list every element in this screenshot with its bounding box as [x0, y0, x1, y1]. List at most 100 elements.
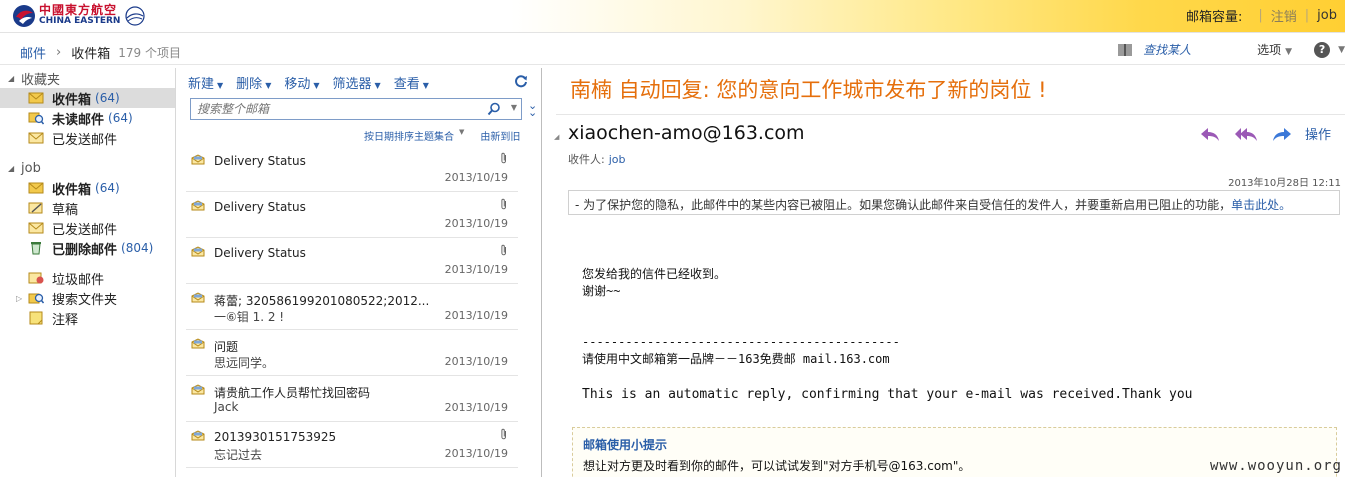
actions-menu[interactable]: 操作	[1305, 124, 1331, 143]
breadcrumb-mail[interactable]: 邮件	[20, 43, 46, 62]
favorites-label: 收藏夹	[21, 72, 61, 88]
breadcrumb-bar: 邮件 › 收件箱 179 个项目 查找某人 选项 ▼ ? ▼	[0, 37, 1345, 65]
chevron-down-icon: ▼	[422, 81, 429, 90]
attachment-icon	[501, 244, 506, 256]
forward-icon[interactable]	[1271, 125, 1293, 143]
message-row[interactable]: Delivery Status 2013/10/19	[186, 146, 518, 192]
sort-bar: 按日期排序主题集合 ▼ 由新到旧	[364, 128, 520, 143]
folder-inbox[interactable]: 收件箱 (64)	[0, 178, 175, 198]
new-button[interactable]: 新建 ▼	[188, 73, 223, 92]
reply-icon[interactable]	[1199, 125, 1221, 143]
china-eastern-logo[interactable]: 中國東方航空 CHINA EASTERN	[12, 4, 146, 28]
sort-by-dropdown[interactable]: 按日期排序主题集合	[364, 128, 454, 143]
search-icon[interactable]	[487, 102, 501, 116]
body-line: 您发给我的信件已经收到。	[582, 267, 727, 281]
mailbox-group-job[interactable]: ◢ job	[0, 158, 175, 178]
options-label: 选项	[1257, 43, 1282, 57]
message-preview: 思远同学。	[214, 356, 275, 370]
collapse-triangle-icon[interactable]: ◢	[8, 164, 16, 173]
message-preview: Jack	[214, 400, 239, 414]
help-icon[interactable]: ?	[1314, 41, 1331, 58]
inbox-icon	[28, 182, 44, 194]
chevron-down-icon: ▼	[1285, 47, 1293, 57]
body-line: 请使用中文邮箱第一品牌－－163免费邮 mail.163.com	[582, 352, 890, 366]
delete-button[interactable]: 删除 ▼	[236, 73, 271, 92]
search-input[interactable]	[191, 99, 461, 119]
expand-pane-icon[interactable]: ⌄ ⌄	[528, 100, 537, 118]
chevron-down-icon[interactable]: ▼	[511, 103, 517, 112]
sort-order-toggle[interactable]: 由新到旧	[480, 128, 520, 143]
collapse-header-icon[interactable]: ◢	[554, 133, 559, 141]
unread-count: (64)	[95, 91, 120, 105]
folder-junk[interactable]: 垃圾邮件	[0, 268, 175, 288]
message-row[interactable]: 问题 思远同学。 2013/10/19	[186, 330, 518, 376]
message-list-pane: 新建▼ 删除▼ 移动▼ 筛选器▼ 查看▼ ▼ ⌄⌄ 按日期排序主题集合 ▼ 由新…	[178, 68, 542, 477]
favorites-group[interactable]: ◢ 收藏夹	[0, 68, 175, 88]
folder-name: 未读邮件	[52, 112, 105, 128]
chevron-down-icon[interactable]: ▼	[1338, 45, 1345, 55]
expand-triangle-icon[interactable]: ▷	[16, 294, 22, 303]
message-date: 2013/10/19	[444, 217, 508, 230]
sent-icon	[28, 222, 44, 234]
body-line: 谢谢~~	[582, 284, 621, 298]
mailbox-quota-label: 邮箱容量:	[1185, 10, 1243, 25]
folder-deleted[interactable]: 已删除邮件 (804)	[0, 238, 175, 258]
favorites-sent[interactable]: 已发送邮件	[0, 128, 175, 148]
folder-name: 草稿	[52, 202, 79, 218]
chevron-down-icon[interactable]: ▼	[459, 128, 464, 143]
folder-drafts[interactable]: 草稿	[0, 198, 175, 218]
body-divider: ----------------------------------------…	[582, 335, 900, 349]
envelope-read-icon	[191, 292, 205, 303]
folder-notes[interactable]: 注释	[0, 308, 175, 328]
message-preview: 忘记过去	[214, 448, 263, 462]
filter-button[interactable]: 筛选器 ▼	[333, 73, 381, 92]
message-row[interactable]: 请贵航工作人员帮忙找回密码 Jack 2013/10/19	[186, 376, 518, 422]
view-button[interactable]: 查看 ▼	[394, 73, 429, 92]
envelope-read-icon	[191, 246, 205, 257]
unread-count: (804)	[121, 241, 154, 255]
user-name[interactable]: job	[1317, 8, 1337, 23]
find-someone-link[interactable]: 查找某人	[1143, 41, 1191, 58]
brand-name-en: CHINA EASTERN	[39, 16, 121, 26]
chevron-down-icon: ▼	[374, 81, 381, 90]
folder-pane: ◢ 收藏夹 收件箱 (64) 未读邮件 (64) 已发送邮件 ◢ job 收件箱…	[0, 68, 176, 477]
message-date: 2013/10/19	[444, 263, 508, 276]
to-label: 收件人:	[568, 153, 605, 166]
message-row[interactable]: 蒋蕾; 320586199201080522;2012... 一⑥钼 1. 2 !…	[186, 284, 518, 330]
message-subject: Delivery Status	[214, 246, 306, 260]
item-count: 179 个项目	[118, 46, 181, 60]
recipient-line: 收件人: job	[568, 151, 626, 167]
logout-link[interactable]: 注销	[1271, 6, 1297, 25]
recipient-name[interactable]: job	[609, 153, 626, 166]
attachment-icon	[501, 152, 506, 164]
unblock-link[interactable]: 单击此处。	[1231, 198, 1291, 212]
sender-address[interactable]: xiaochen-amo@163.com	[568, 122, 805, 144]
favorites-inbox[interactable]: 收件箱 (64)	[0, 88, 175, 108]
message-date: 2013/10/19	[444, 401, 508, 414]
swallow-logo-icon	[13, 5, 35, 27]
globe-swirl-icon	[125, 6, 146, 26]
top-banner: 中國東方航空 CHINA EASTERN 邮箱容量: | 注销 | job	[0, 0, 1345, 33]
refresh-icon[interactable]	[514, 74, 528, 88]
reply-all-icon[interactable]	[1234, 125, 1257, 143]
move-button[interactable]: 移动 ▼	[284, 73, 319, 92]
folder-search-folders[interactable]: ▷ 搜索文件夹	[0, 288, 175, 308]
warning-text: - 为了保护您的隐私，此邮件中的某些内容已被阻止。如果您确认此邮件来自受信任的发…	[575, 198, 1232, 212]
envelope-read-icon	[191, 338, 205, 349]
folder-sent[interactable]: 已发送邮件	[0, 218, 175, 238]
message-row[interactable]: Delivery Status 2013/10/19	[186, 238, 518, 284]
message-row[interactable]: Delivery Status 2013/10/19	[186, 192, 518, 238]
envelope-read-icon	[191, 200, 205, 211]
favorites-unread[interactable]: 未读邮件 (64)	[0, 108, 175, 128]
message-preview: 一⑥钼 1. 2 !	[214, 310, 285, 324]
message-subject: Delivery Status	[214, 154, 306, 168]
body-line-english: This is an automatic reply, confirming t…	[582, 387, 1193, 402]
address-book-icon[interactable]	[1117, 43, 1133, 57]
collapse-triangle-icon[interactable]: ◢	[8, 74, 16, 83]
envelope-read-icon	[191, 430, 205, 441]
message-row[interactable]: 2013930151753925 忘记过去 2013/10/19	[186, 422, 518, 468]
message-subject: 问题	[214, 340, 239, 354]
folder-name: 搜索文件夹	[52, 292, 118, 308]
options-menu[interactable]: 选项 ▼	[1257, 41, 1292, 58]
folder-name: 已发送邮件	[52, 132, 118, 148]
